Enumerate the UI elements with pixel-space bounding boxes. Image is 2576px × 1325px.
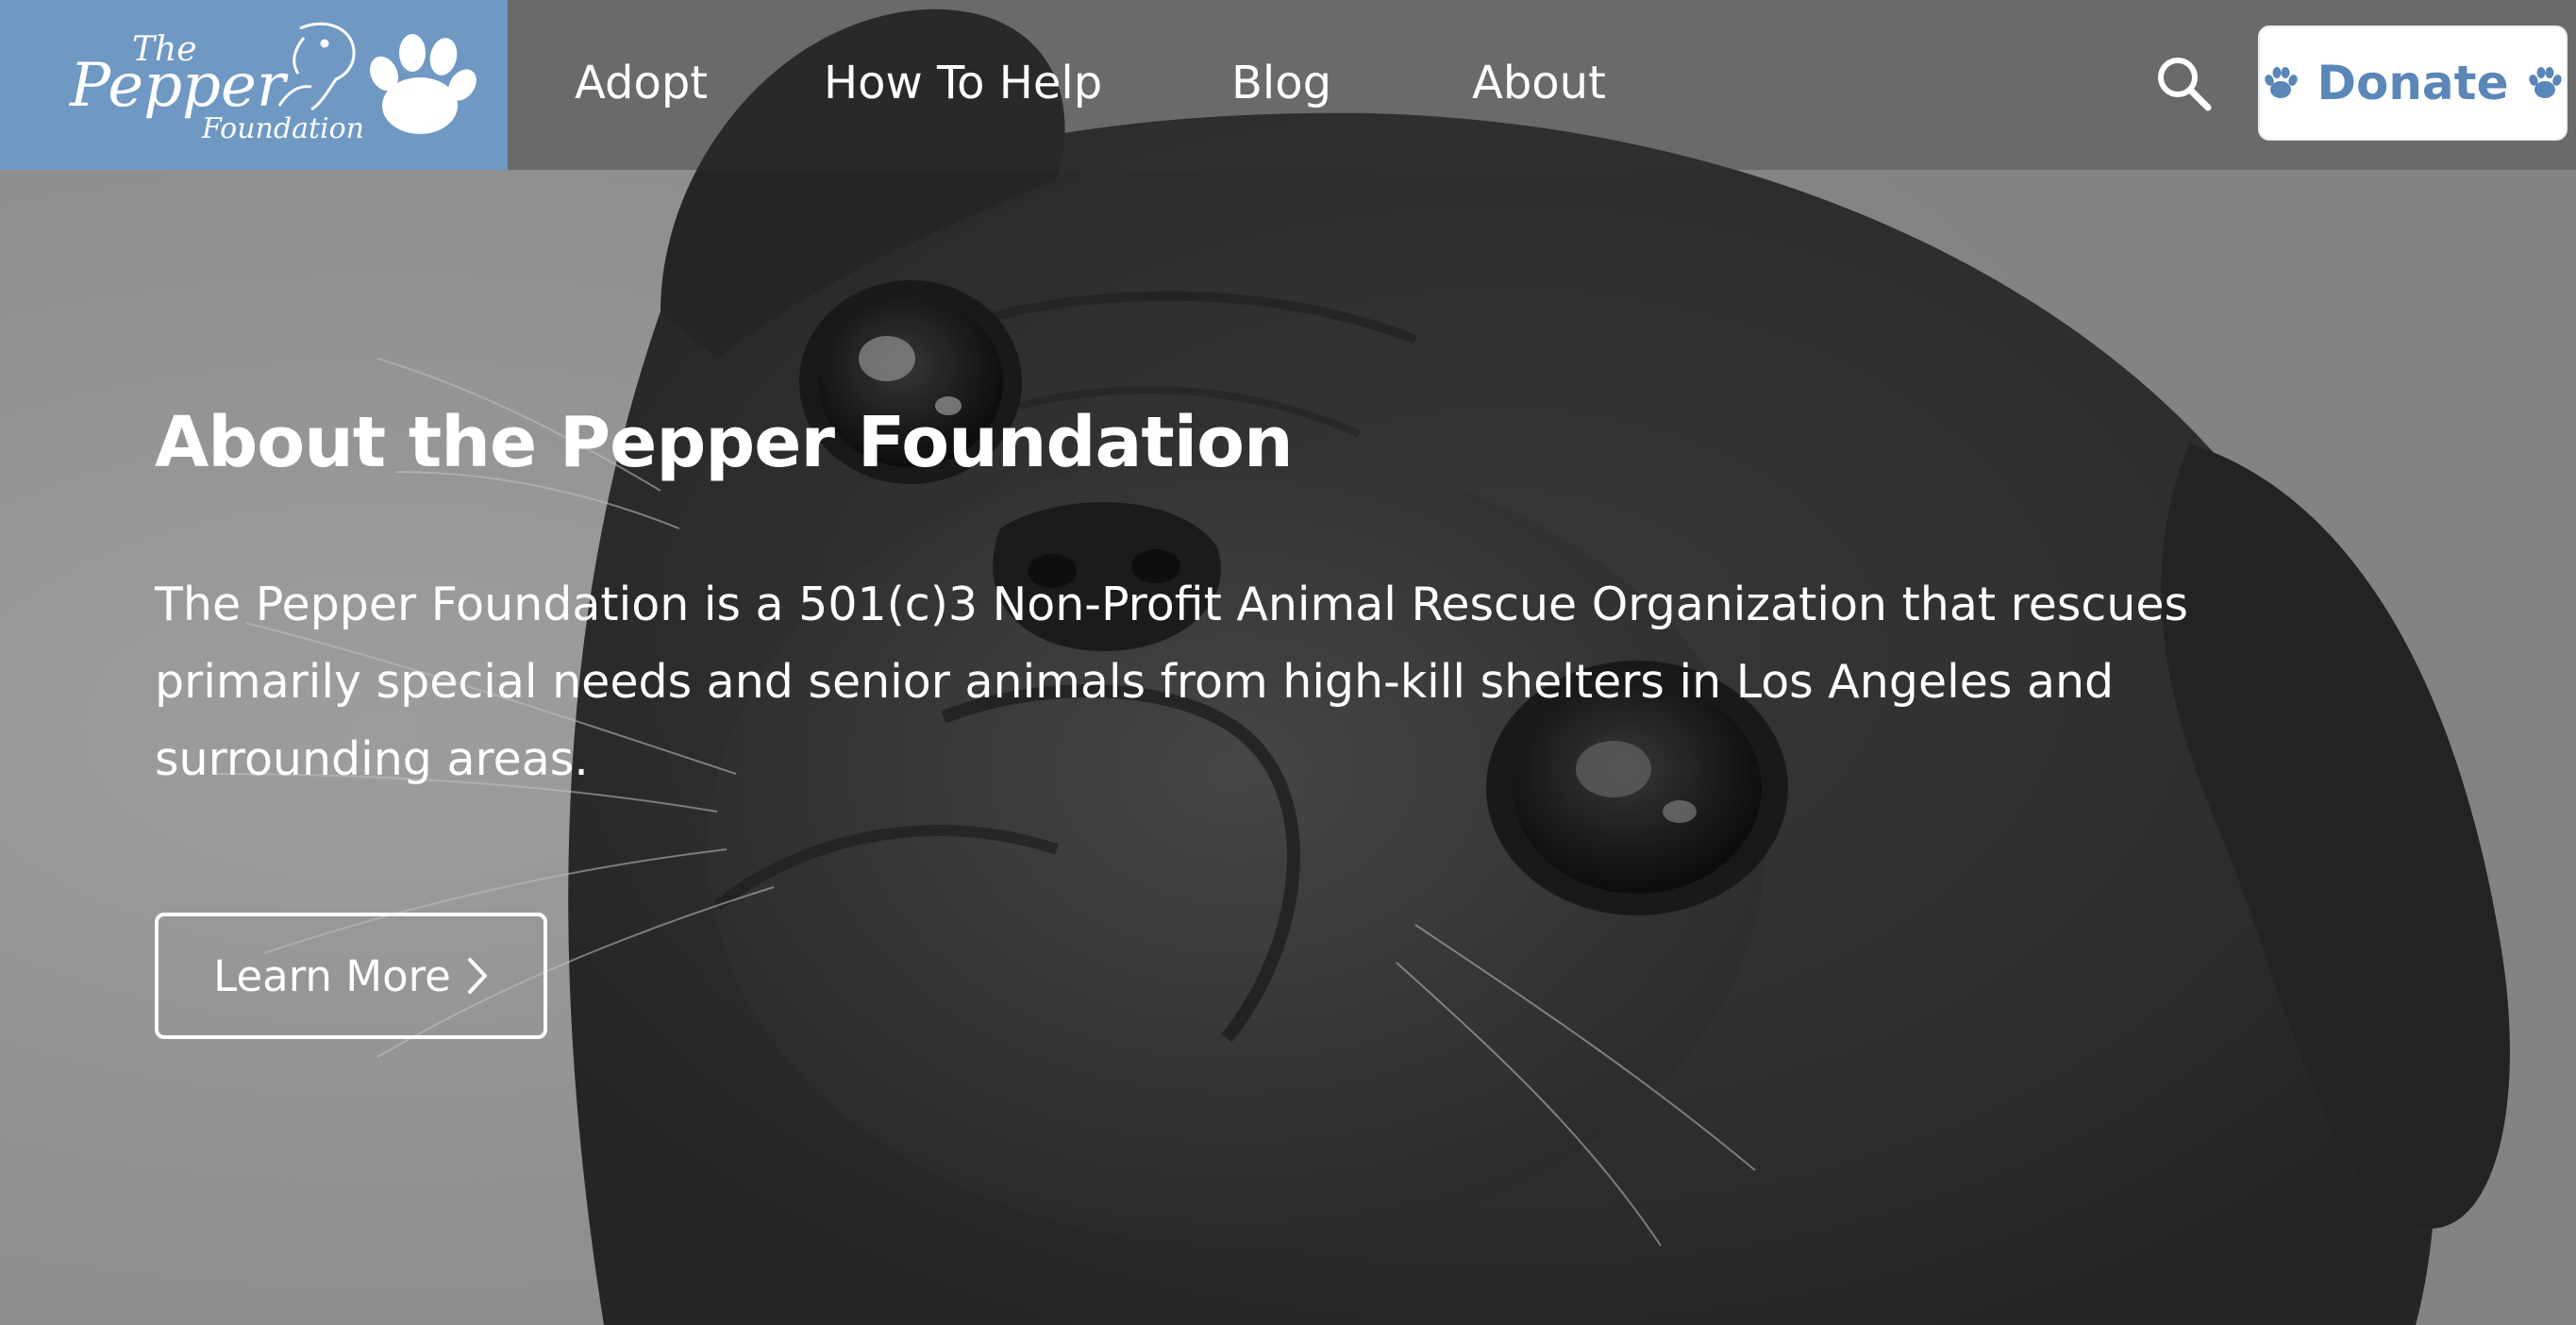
search-button[interactable] [2153,53,2214,113]
logo-text-pepper: Pepper [69,51,289,121]
donate-label: Donate [2317,56,2509,110]
learn-more-button[interactable]: Learn More [155,913,547,1039]
search-icon [2158,58,2212,111]
nav-item-blog[interactable]: Blog [1231,45,1331,121]
paw-icon [2528,67,2562,98]
chevron-right-icon [467,958,487,994]
site-logo[interactable]: The Pepper Foundation [0,0,508,170]
donate-button[interactable]: Donate [2258,25,2568,141]
nav-item-how-to-help[interactable]: How To Help [824,45,1102,121]
nav-item-about[interactable]: About [1472,45,1606,121]
dog-illustration-icon [277,22,356,111]
paw-icon [2265,67,2299,98]
hero-description: The Pepper Foundation is a 501(c)3 Non-P… [155,578,2189,786]
paw-logo-icon [369,34,477,134]
nav-item-adopt[interactable]: Adopt [575,45,708,121]
logo-text-foundation: Foundation [201,112,364,145]
learn-more-label: Learn More [213,950,451,1001]
page-title: About the Pepper Foundation [155,402,1294,483]
